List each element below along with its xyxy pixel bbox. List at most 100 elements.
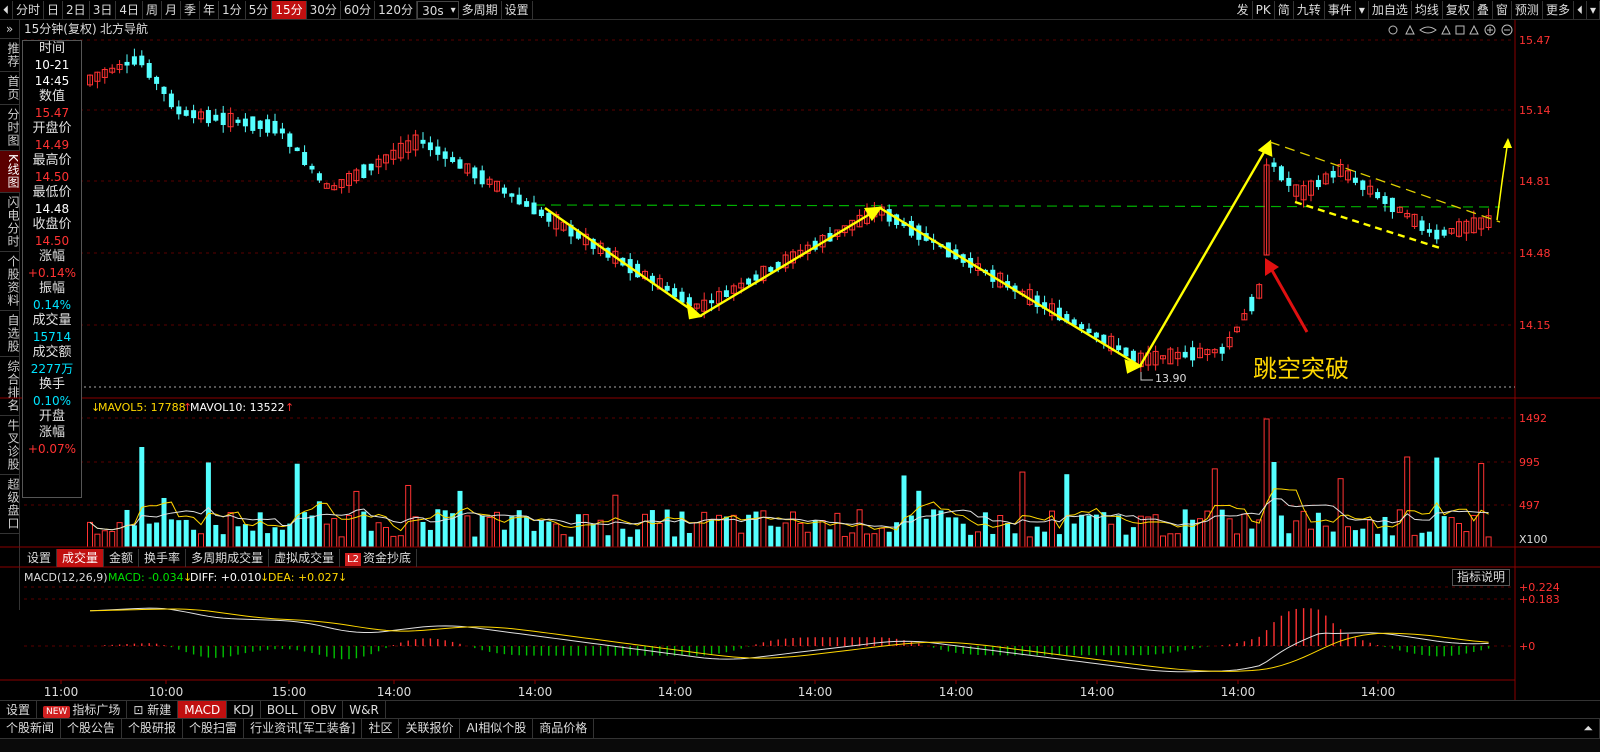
period-tab-60min[interactable]: 60分	[341, 0, 376, 19]
tool-icon[interactable]	[1469, 24, 1479, 35]
volume-tab-turnover[interactable]: 换手率	[139, 549, 187, 567]
volume-tab-multi-period[interactable]: 多周期成交量	[186, 549, 270, 567]
volume-bar-up	[642, 513, 648, 548]
news-industry[interactable]: 行业资讯[军工装备]	[244, 719, 363, 738]
kdj-tab[interactable]: KDJ	[227, 700, 261, 719]
volume-bar-down	[131, 525, 137, 547]
volume-bar-down	[176, 520, 182, 547]
news-stock-news[interactable]: 个股新闻	[0, 719, 62, 738]
period-tab-2day[interactable]: 2日	[63, 0, 90, 19]
more-button[interactable]: 更多	[1543, 0, 1574, 19]
window-button[interactable]: 窗	[1493, 0, 1512, 19]
news-stock-scan[interactable]: 个股扫雷	[183, 719, 245, 738]
volume-bar-up	[1456, 523, 1462, 548]
period-select[interactable]: 30s	[417, 0, 459, 20]
macd-tab[interactable]: MACD	[178, 700, 228, 719]
volume-bar-down	[427, 529, 433, 547]
collapse-toolbar-icon[interactable]: ⏴	[0, 0, 14, 19]
volume-tab-virtual[interactable]: 虚拟成交量	[269, 549, 341, 567]
dropdown-icon[interactable]: ▾	[1587, 0, 1600, 19]
volume-tab-amount[interactable]: 金额	[104, 549, 140, 567]
price-grid	[24, 39, 1515, 326]
volume-bar-up	[1137, 515, 1144, 548]
period-tab-1min[interactable]: 1分	[219, 0, 246, 19]
volume-bar-down	[827, 529, 833, 547]
indicator-settings-tab[interactable]: 设置	[0, 700, 38, 719]
stock-name: 北方导航	[100, 21, 148, 36]
news-commodity[interactable]: 商品价格	[533, 719, 595, 738]
news-community[interactable]: 社区	[362, 719, 400, 738]
candle-body-down	[250, 116, 256, 131]
multi-period-button[interactable]: 多周期	[459, 0, 502, 19]
volume-bar-down	[191, 529, 197, 547]
toolbar-pk-button[interactable]: PK	[1253, 0, 1275, 19]
forecast-button[interactable]: 预测	[1512, 0, 1543, 19]
add-watchlist-button[interactable]: 加自选	[1369, 0, 1412, 19]
period-tab-30min[interactable]: 30分	[307, 0, 341, 19]
period-tab-fenshi[interactable]: 分时	[13, 0, 45, 19]
toolbar-simple-button[interactable]: 简	[1275, 0, 1294, 19]
period-tab-year[interactable]: 年	[200, 0, 220, 19]
adjust-button[interactable]: 复权	[1443, 0, 1474, 19]
index-explain-button[interactable]: 指标说明	[1452, 569, 1510, 586]
toolbar-event-button[interactable]: 事件	[1325, 0, 1356, 19]
period-tab-week[interactable]: 周	[143, 0, 162, 19]
volume-tab-capital-bottom[interactable]: L2 资金抄底	[340, 549, 418, 567]
kline-chart[interactable]: 15分钟(复权) 北方导航 15.47 15.14 14.81 14.48 14.15	[0, 20, 1600, 700]
low-value: 14.48	[34, 202, 70, 216]
candle-body-down	[1315, 179, 1321, 188]
draw-tool-icon[interactable]	[1405, 24, 1415, 35]
value-label: 数值	[38, 89, 65, 104]
toolbar-jiuzhuan-button[interactable]: 九转	[1294, 0, 1325, 19]
time-tick-label: 14:00	[798, 685, 833, 699]
new-indicator-tab[interactable]: ⊡ 新建	[127, 700, 179, 719]
time-axis: 11:00 10:00 15:00 14:00 14:00 14:00 14:00 14:00…	[44, 680, 1395, 699]
volume-bar-down	[501, 529, 507, 547]
period-tab-5min[interactable]: 5分	[246, 0, 273, 19]
pen-icon[interactable]	[1441, 24, 1451, 35]
settings-button[interactable]: 设置	[502, 0, 533, 19]
volume-bar-down	[139, 447, 145, 547]
candle-body-down	[479, 170, 485, 185]
amount-label: 成交额	[32, 345, 72, 360]
toolbar-fa-button[interactable]: 发	[1234, 0, 1253, 19]
collapse-right-icon[interactable]: ⏴	[1574, 0, 1587, 19]
chevron-down-icon[interactable]: ▾	[1356, 0, 1369, 19]
volume-bar-up	[819, 520, 826, 548]
obv-tab[interactable]: OBV	[305, 700, 344, 719]
volume-bar-down	[1005, 523, 1011, 547]
volume-tab-volume[interactable]: 成交量	[57, 549, 105, 567]
candle-body-down	[1086, 328, 1092, 333]
period-tab-day[interactable]: 日	[44, 0, 64, 19]
volume-bar-down	[205, 462, 211, 547]
ma-lines-button[interactable]: 均线	[1412, 0, 1443, 19]
camera-icon[interactable]	[1455, 25, 1465, 35]
volume-bar-down	[990, 533, 996, 547]
period-tab-4day[interactable]: 4日	[116, 0, 143, 19]
boll-tab[interactable]: BOLL	[261, 700, 305, 719]
eye-icon[interactable]	[1419, 26, 1437, 34]
period-tab-3day[interactable]: 3日	[90, 0, 117, 19]
news-stock-announce[interactable]: 个股公告	[61, 719, 123, 738]
news-stock-research[interactable]: 个股研报	[122, 719, 184, 738]
overlay-button[interactable]: 叠	[1474, 0, 1493, 19]
candle-body-down	[1375, 192, 1381, 199]
settings-tool-icon[interactable]	[1388, 25, 1398, 35]
period-tab-quarter[interactable]: 季	[181, 0, 201, 19]
period-tab-15min[interactable]: 15分	[272, 0, 307, 19]
news-related-quotes[interactable]: 关联报价	[399, 719, 461, 738]
volume-tab-settings[interactable]: 设置	[22, 549, 58, 567]
wr-tab[interactable]: W&R	[343, 700, 386, 719]
volume-bar-up	[405, 484, 412, 548]
volume-bar-down	[1012, 533, 1018, 547]
volume-bar-up	[1322, 525, 1329, 548]
volume-bar-down	[1330, 531, 1336, 547]
news-ai-similar[interactable]: AI相似个股	[460, 719, 534, 738]
period-tab-120min[interactable]: 120分	[375, 0, 418, 19]
indicator-plaza-tab[interactable]: NEW 指标广场	[37, 700, 128, 719]
volume-bar-up	[738, 532, 745, 548]
volume-bar-down	[672, 536, 678, 547]
expand-news-icon[interactable]: ⏶	[1577, 719, 1600, 738]
macd-name: MACD(12,26,9)	[24, 571, 108, 584]
period-tab-month[interactable]: 月	[162, 0, 181, 19]
